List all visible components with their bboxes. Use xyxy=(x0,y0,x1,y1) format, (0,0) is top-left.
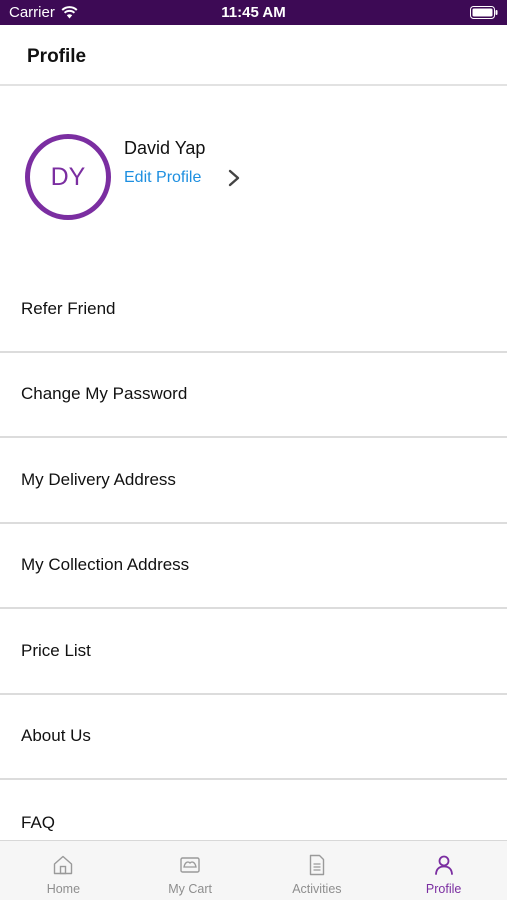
chevron-right-icon[interactable] xyxy=(226,168,242,188)
user-name: David Yap xyxy=(124,138,206,158)
cart-icon xyxy=(180,857,200,873)
tab-my-cart[interactable]: My Cart xyxy=(127,841,254,900)
document-icon xyxy=(309,854,325,876)
menu-item-delivery-address[interactable]: My Delivery Address xyxy=(0,438,507,524)
tab-activities[interactable]: Activities xyxy=(254,841,381,900)
tab-bar: Home My Cart Activities Profile xyxy=(0,840,507,900)
status-time: 11:45 AM xyxy=(221,4,286,21)
tab-activities-label: Activities xyxy=(292,882,342,896)
profile-card[interactable]: DY David Yap Edit Profile xyxy=(0,88,507,263)
tab-profile[interactable]: Profile xyxy=(380,841,507,900)
menu-item-price-list[interactable]: Price List xyxy=(0,609,507,695)
nav-header: Profile xyxy=(0,25,507,86)
battery-icon xyxy=(470,6,498,19)
home-icon xyxy=(54,855,73,875)
profile-menu: Refer Friend Change My Password My Deliv… xyxy=(0,267,507,866)
tab-my-cart-label: My Cart xyxy=(168,882,212,896)
status-bar: Carrier 11:45 AM xyxy=(0,0,507,25)
edit-profile-link[interactable]: Edit Profile xyxy=(124,169,201,187)
menu-item-refer-friend[interactable]: Refer Friend xyxy=(0,267,507,353)
menu-item-change-password[interactable]: Change My Password xyxy=(0,353,507,438)
person-icon xyxy=(434,855,453,875)
tab-home-label: Home xyxy=(46,882,81,896)
tab-profile-label: Profile xyxy=(425,882,462,896)
page-title: Profile xyxy=(27,46,87,67)
tab-home[interactable]: Home xyxy=(0,841,127,900)
avatar: DY xyxy=(25,134,111,220)
menu-item-collection-address[interactable]: My Collection Address xyxy=(0,524,507,609)
avatar-initials: DY xyxy=(50,162,86,191)
menu-item-about-us[interactable]: About Us xyxy=(0,695,507,780)
